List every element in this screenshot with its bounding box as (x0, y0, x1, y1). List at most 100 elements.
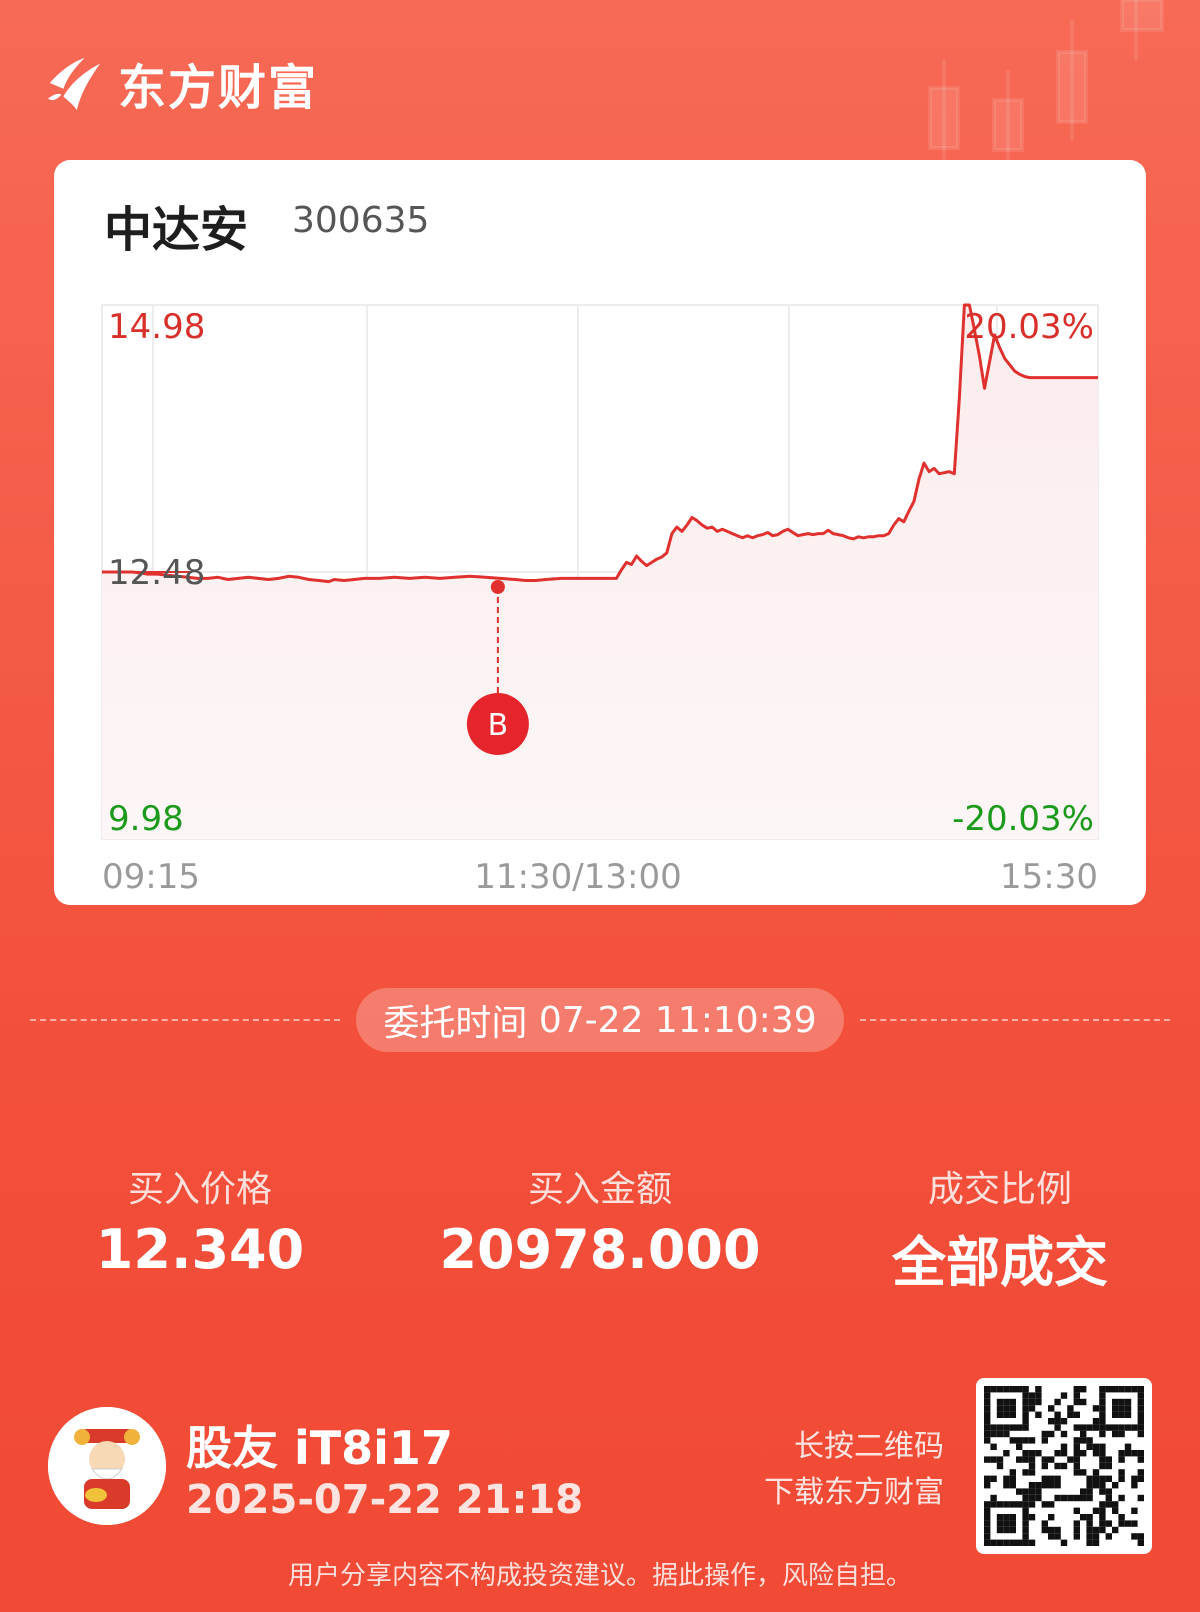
qr-module (1105, 1520, 1112, 1527)
qr-module (1086, 1494, 1093, 1502)
qr-module (990, 1386, 997, 1393)
qr-module (1028, 1405, 1036, 1412)
qr-module (1105, 1533, 1112, 1540)
qr-module (984, 1411, 991, 1418)
qr-module (1137, 1539, 1144, 1546)
qr-module (1092, 1475, 1100, 1482)
qr-module (984, 1430, 991, 1438)
qr-module (1041, 1501, 1048, 1508)
qr-module (1048, 1475, 1055, 1482)
qr-module (1054, 1398, 1061, 1406)
qr-hint-line1: 长按二维码 (794, 1429, 944, 1464)
qr-module (1054, 1482, 1061, 1489)
qr-module (1112, 1507, 1119, 1514)
qr-module (1073, 1520, 1080, 1527)
qr-module (1054, 1411, 1061, 1418)
qr-module (996, 1539, 1004, 1546)
qr-module (996, 1398, 1004, 1406)
qr-module (1092, 1526, 1100, 1534)
qr-module (1016, 1386, 1023, 1393)
qr-module (1137, 1456, 1144, 1463)
qr-module (1060, 1392, 1068, 1399)
qr-module (1003, 1501, 1010, 1508)
qr-hint: 长按二维码 下载东方财富 (724, 1424, 944, 1516)
qr-module (1028, 1482, 1036, 1489)
qr-module (1137, 1533, 1144, 1540)
qr-module (1099, 1526, 1106, 1534)
qr-module (1022, 1494, 1029, 1502)
qr-module (1028, 1398, 1036, 1406)
disclaimer: 用户分享内容不构成投资建议。据此操作，风险自担。 (287, 1561, 912, 1591)
qr-module (1016, 1501, 1023, 1508)
qr-module (1028, 1539, 1036, 1546)
qr-module (1105, 1501, 1112, 1508)
qr-module (1041, 1520, 1048, 1527)
qr-module (990, 1494, 997, 1502)
qr-module (996, 1526, 1004, 1534)
share-time: 2025-07-22 21:18 (186, 1477, 584, 1523)
qr-module (1099, 1443, 1106, 1450)
qr-module (1009, 1405, 1016, 1412)
qr-module (1028, 1437, 1036, 1444)
qr-module (1080, 1514, 1087, 1521)
qr-code-icon (984, 1386, 1144, 1546)
qr-module (996, 1424, 1004, 1431)
qr-module (1041, 1456, 1048, 1463)
x-tick-end: 15:30 (1000, 857, 1098, 897)
qr-module (1099, 1482, 1106, 1489)
qr-module (1073, 1392, 1080, 1399)
qr-module (1099, 1398, 1106, 1406)
download-qr-code[interactable] (976, 1378, 1152, 1554)
qr-module (984, 1424, 991, 1431)
qr-module (1048, 1501, 1055, 1508)
qr-module (996, 1462, 1004, 1470)
qr-module (1009, 1539, 1016, 1546)
stat-buy-price-label: 买入价格 (127, 1169, 272, 1210)
qr-module (1105, 1494, 1112, 1502)
qr-module (1003, 1386, 1010, 1393)
intraday-chart: 14.98 12.48 9.98 20.03% -20.03% 09:15 11… (101, 303, 1099, 897)
qr-module (1073, 1450, 1080, 1457)
qr-module (1118, 1514, 1125, 1521)
qr-module (1112, 1386, 1119, 1393)
qr-module (1099, 1386, 1106, 1393)
qr-module (1060, 1418, 1068, 1425)
qr-module (1035, 1386, 1042, 1393)
qr-module (1054, 1418, 1061, 1425)
qr-module (1041, 1437, 1048, 1444)
qr-module (1035, 1398, 1042, 1406)
qr-module (1112, 1501, 1119, 1508)
qr-module (1022, 1539, 1029, 1546)
qr-module (984, 1526, 991, 1534)
buy-marker-dot (490, 579, 505, 594)
qr-module (1016, 1424, 1023, 1431)
qr-module (1003, 1430, 1010, 1438)
qr-module (1105, 1424, 1112, 1431)
qr-module (1118, 1386, 1125, 1393)
brand-name: 东方财富 (118, 60, 319, 116)
qr-module (1080, 1398, 1087, 1406)
qr-module (1099, 1488, 1106, 1495)
qr-module (1086, 1475, 1093, 1482)
qr-module (1112, 1411, 1119, 1418)
price-label-top: 14.98 (108, 307, 205, 347)
qr-module (1131, 1424, 1138, 1431)
qr-module (1060, 1494, 1068, 1502)
qr-module (1124, 1520, 1132, 1527)
qr-module (1009, 1424, 1016, 1431)
stat-buy-amount-value: 20978.000 (439, 1218, 761, 1281)
user-avatar[interactable] (48, 1407, 166, 1525)
qr-module (1118, 1520, 1125, 1527)
qr-module (1009, 1398, 1016, 1406)
qr-module (1112, 1405, 1119, 1412)
qr-module (1099, 1501, 1106, 1508)
qr-module (1137, 1405, 1144, 1412)
qr-module (1003, 1514, 1010, 1521)
qr-module (1118, 1405, 1125, 1412)
qr-module (1092, 1405, 1100, 1412)
qr-module (1131, 1482, 1138, 1489)
qr-module (1035, 1488, 1042, 1495)
qr-module (1073, 1398, 1080, 1406)
qr-module (1022, 1526, 1029, 1534)
qr-module (1086, 1488, 1093, 1495)
